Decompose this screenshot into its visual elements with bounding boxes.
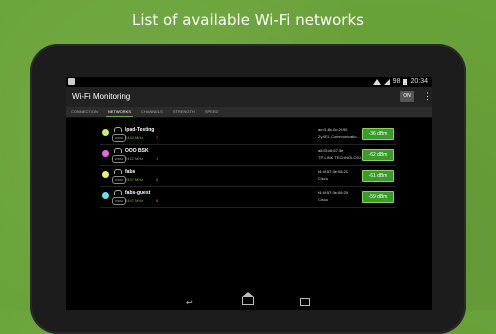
lock-icon xyxy=(114,148,122,153)
network-channel: 8 xyxy=(156,177,159,182)
network-frequency: 2412 MHz xyxy=(125,156,144,161)
home-icon[interactable] xyxy=(242,292,254,305)
notification-app-icon xyxy=(68,78,75,85)
network-ssid: Ipad-Testing xyxy=(125,127,155,133)
network-mac: f4:4f:57:3e:08:21 xyxy=(318,169,349,174)
network-color-dot xyxy=(102,150,109,157)
recent-apps-icon[interactable] xyxy=(300,298,310,306)
network-vendor: ZyXEL Communicatio... xyxy=(318,134,360,139)
lock-icon xyxy=(114,127,122,132)
back-icon[interactable]: ↩ xyxy=(186,298,193,307)
network-ssid: OOO BSK xyxy=(125,148,149,154)
network-frequency: 2447 MHz xyxy=(125,198,144,203)
system-nav-bar: ↩ xyxy=(66,292,432,310)
network-mac: f4:4f:57:3e:08:20 xyxy=(318,190,349,195)
network-channel: 7 xyxy=(156,135,159,140)
network-frequency: 2447 MHz xyxy=(125,177,144,182)
network-row[interactable]: WPA2 fabs 2447 MHz 8 f4:4f:57:3e:08:21 C… xyxy=(100,166,396,187)
network-frequency: 2442 MHz xyxy=(125,135,144,140)
network-vendor: Cisco xyxy=(318,176,329,181)
tab-networks[interactable]: NETWORKS xyxy=(103,107,136,117)
battery-icon xyxy=(403,78,408,85)
signal-dbm-badge: -59 dBm xyxy=(362,191,394,203)
encryption-badge: WPA2 xyxy=(112,176,126,184)
tab-strength[interactable]: STRENGTH xyxy=(168,107,200,117)
network-channel: 8 xyxy=(156,198,159,203)
encryption-badge: WPA2 xyxy=(112,134,126,142)
network-color-dot xyxy=(102,171,109,178)
headline: List of available Wi-Fi networks xyxy=(132,11,364,29)
network-mac: ac:f1:8c:0c:2f:90 xyxy=(318,127,348,132)
network-row[interactable]: WPA2 OOO BSK 2412 MHz 1 a8:f3:c6:67:3e T… xyxy=(100,145,396,166)
network-ssid: fabs xyxy=(125,169,136,175)
action-bar: Wi-Fi Monitoring ON ⋮ xyxy=(66,87,432,107)
network-vendor: TP-LINK TECHNOLOGI... xyxy=(318,155,364,160)
overflow-menu-icon[interactable]: ⋮ xyxy=(423,91,432,102)
tab-speed[interactable]: SPEED xyxy=(200,107,224,117)
encryption-badge: WPA2 xyxy=(112,155,126,163)
network-channel: 1 xyxy=(156,156,159,161)
lock-icon xyxy=(114,169,122,174)
signal-dbm-badge: -36 dBm xyxy=(362,128,394,140)
on-toggle-button[interactable]: ON xyxy=(400,91,414,102)
battery-percent: 98 xyxy=(392,78,401,85)
network-ssid: fabs-guest xyxy=(125,190,151,196)
wifi-status-icon xyxy=(372,78,381,85)
tab-channels[interactable]: CHANNELS xyxy=(136,107,168,117)
signal-dbm-badge: -62 dBm xyxy=(362,149,394,161)
signal-dbm-badge: -61 dBm xyxy=(362,170,394,182)
lock-icon xyxy=(114,190,122,195)
clock: 20:34 xyxy=(410,78,428,85)
app-title: Wi-Fi Monitoring xyxy=(72,92,131,101)
tab-connection[interactable]: CONNECTION xyxy=(66,107,103,117)
network-color-dot xyxy=(102,129,109,136)
network-vendor: Cisco xyxy=(318,197,329,202)
network-mac: a8:f3:c6:67:3e xyxy=(318,148,344,153)
tab-bar: CONNECTION NETWORKS CHANNELS STRENGTH SP… xyxy=(66,107,432,118)
encryption-badge: WPA2 xyxy=(112,197,126,205)
network-row[interactable]: WPA2 fabs-guest 2447 MHz 8 f4:4f:57:3e:0… xyxy=(100,187,396,208)
status-bar: 98 20:34 xyxy=(66,77,432,87)
network-list: WPA2 Ipad-Testing 2442 MHz 7 ac:f1:8c:0c… xyxy=(100,124,396,208)
signal-icon xyxy=(383,78,390,85)
network-color-dot xyxy=(102,192,109,199)
network-row[interactable]: WPA2 Ipad-Testing 2442 MHz 7 ac:f1:8c:0c… xyxy=(100,124,396,145)
